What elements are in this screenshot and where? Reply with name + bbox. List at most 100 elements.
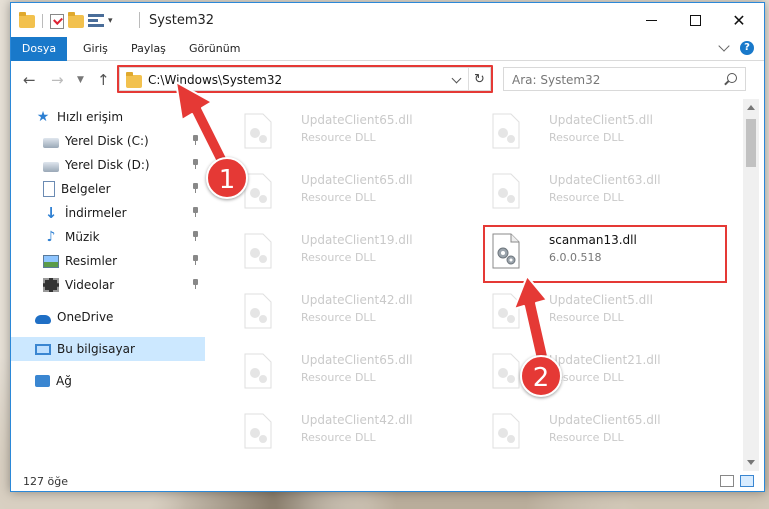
sidebar-item-label: Müzik xyxy=(65,230,100,244)
minimize-button[interactable] xyxy=(628,3,674,37)
navigation-bar: ← → ▼ ↑ C:\Windows\System32 ↻ Ara: Syste… xyxy=(11,61,764,99)
tab-giris[interactable]: Giriş xyxy=(73,37,118,61)
file-item[interactable]: UpdateClient5.dll Resource DLL xyxy=(473,103,709,159)
file-highlight-box xyxy=(483,225,727,283)
dll-file-icon xyxy=(492,113,520,149)
sidebar-item-pictures[interactable]: Resimler xyxy=(11,249,205,273)
properties-check-icon[interactable] xyxy=(50,13,64,29)
sidebar-item-label: Belgeler xyxy=(61,182,111,196)
file-item[interactable]: UpdateClient42.dll Resource DLL xyxy=(225,403,461,459)
search-input[interactable]: Ara: System32 xyxy=(512,73,600,87)
file-item[interactable]: UpdateClient5.dll Resource DLL xyxy=(473,283,709,339)
address-highlight-box xyxy=(117,65,493,93)
new-folder-icon[interactable] xyxy=(68,11,84,28)
forward-arrow-icon[interactable]: → xyxy=(51,71,64,89)
sidebar-item-documents[interactable]: Belgeler xyxy=(11,177,205,201)
ribbon: Dosya Giriş Paylaş Görünüm ? xyxy=(11,37,764,93)
dll-file-icon xyxy=(244,233,272,269)
back-arrow-icon[interactable]: ← xyxy=(23,71,36,89)
file-type: Resource DLL xyxy=(549,311,624,324)
tab-gorunum[interactable]: Görünüm xyxy=(179,37,250,61)
search-icon[interactable] xyxy=(727,73,737,83)
dll-file-icon xyxy=(492,293,520,329)
file-type: Resource DLL xyxy=(549,191,624,204)
expand-ribbon-chevron-icon[interactable] xyxy=(718,40,730,52)
window-title: System32 xyxy=(149,13,215,28)
sidebar-item-label: Yerel Disk (C:) xyxy=(65,134,149,148)
file-item[interactable]: UpdateClient42.dll Resource DLL xyxy=(225,283,461,339)
file-name: UpdateClient65.dll xyxy=(549,413,661,427)
sidebar-item-videos[interactable]: Videolar xyxy=(11,273,205,297)
file-item[interactable]: UpdateClient65.dll Resource DLL xyxy=(473,403,709,459)
file-item[interactable]: UpdateClient63.dll Resource DLL xyxy=(473,163,709,219)
star-icon: ★ xyxy=(36,109,50,125)
minimize-icon xyxy=(645,19,657,21)
folder-icon[interactable] xyxy=(19,11,35,28)
tab-paylas[interactable]: Paylaş xyxy=(121,37,176,61)
sidebar-item-local-disk-d[interactable]: Yerel Disk (D:) xyxy=(11,153,205,177)
file-type: Resource DLL xyxy=(301,191,376,204)
file-list: UpdateClient65.dll Resource DLL UpdateCl… xyxy=(213,99,743,463)
explorer-window: ▾ System32 ✕ Dosya Giriş Paylaş Görünüm … xyxy=(10,2,765,492)
pin-icon[interactable] xyxy=(192,135,199,145)
search-box[interactable]: Ara: System32 xyxy=(503,67,746,91)
file-item[interactable]: UpdateClient65.dll Resource DLL xyxy=(225,343,461,399)
dll-file-icon xyxy=(492,353,520,389)
toolbar-separator xyxy=(42,14,43,28)
file-type: Resource DLL xyxy=(301,251,376,264)
sidebar-item-label: İndirmeler xyxy=(65,206,127,220)
file-type: Resource DLL xyxy=(301,131,376,144)
drive-icon xyxy=(43,161,59,172)
scroll-thumb[interactable] xyxy=(746,119,756,167)
file-item[interactable]: UpdateClient21.dll Resource DLL xyxy=(473,343,709,399)
documents-icon xyxy=(43,181,55,197)
file-name: UpdateClient42.dll xyxy=(301,413,413,427)
file-item[interactable]: UpdateClient65.dll Resource DLL xyxy=(225,103,461,159)
recent-locations-chevron-icon[interactable]: ▼ xyxy=(77,75,84,85)
close-button[interactable]: ✕ xyxy=(716,3,762,37)
sidebar-item-this-pc[interactable]: Bu bilgisayar xyxy=(11,337,205,361)
this-pc-icon xyxy=(35,343,51,355)
pin-icon[interactable] xyxy=(192,207,199,217)
file-name: UpdateClient5.dll xyxy=(549,293,653,307)
scroll-up-arrow-icon[interactable] xyxy=(747,105,755,110)
file-name: UpdateClient19.dll xyxy=(301,233,413,247)
sidebar-item-onedrive[interactable]: OneDrive xyxy=(11,305,205,329)
scroll-down-arrow-icon[interactable] xyxy=(747,460,755,465)
sidebar-item-downloads[interactable]: ↓ İndirmeler xyxy=(11,201,205,225)
sidebar-item-music[interactable]: ♪ Müzik xyxy=(11,225,205,249)
file-item[interactable]: UpdateClient19.dll Resource DLL xyxy=(225,223,461,279)
help-icon[interactable]: ? xyxy=(740,41,754,55)
layout-icon[interactable] xyxy=(88,14,104,28)
network-icon xyxy=(35,375,50,387)
customize-dropdown-icon[interactable]: ▾ xyxy=(108,16,113,26)
details-view-icon[interactable] xyxy=(720,475,734,487)
item-count: 127 öğe xyxy=(23,475,68,488)
onedrive-icon xyxy=(35,314,51,324)
pin-icon[interactable] xyxy=(192,231,199,241)
maximize-button[interactable] xyxy=(672,3,718,37)
tiles-view-icon[interactable] xyxy=(740,475,754,487)
sidebar-item-network[interactable]: Ağ xyxy=(11,369,205,393)
vertical-scrollbar[interactable] xyxy=(743,99,759,471)
file-type: Resource DLL xyxy=(301,371,376,384)
up-arrow-icon[interactable]: ↑ xyxy=(97,71,110,89)
file-type: Resource DLL xyxy=(549,431,624,444)
dll-file-icon xyxy=(492,173,520,209)
sidebar-item-quick-access[interactable]: ★ Hızlı erişim xyxy=(11,105,205,129)
file-item[interactable]: UpdateClient65.dll Resource DLL xyxy=(225,163,461,219)
drive-icon xyxy=(43,137,59,148)
pin-icon[interactable] xyxy=(192,159,199,169)
pin-icon[interactable] xyxy=(192,255,199,265)
pin-icon[interactable] xyxy=(192,183,199,193)
file-name: UpdateClient65.dll xyxy=(301,353,413,367)
file-type: Resource DLL xyxy=(301,431,376,444)
title-bar: ▾ System32 ✕ xyxy=(11,3,764,37)
file-name: UpdateClient65.dll xyxy=(301,113,413,127)
sidebar-item-label: OneDrive xyxy=(57,310,114,324)
sidebar-item-local-disk-c[interactable]: Yerel Disk (C:) xyxy=(11,129,205,153)
pin-icon[interactable] xyxy=(192,279,199,289)
sidebar-item-label: Videolar xyxy=(65,278,115,292)
sidebar-item-label: Ağ xyxy=(56,374,72,388)
file-name: UpdateClient21.dll xyxy=(549,353,661,367)
